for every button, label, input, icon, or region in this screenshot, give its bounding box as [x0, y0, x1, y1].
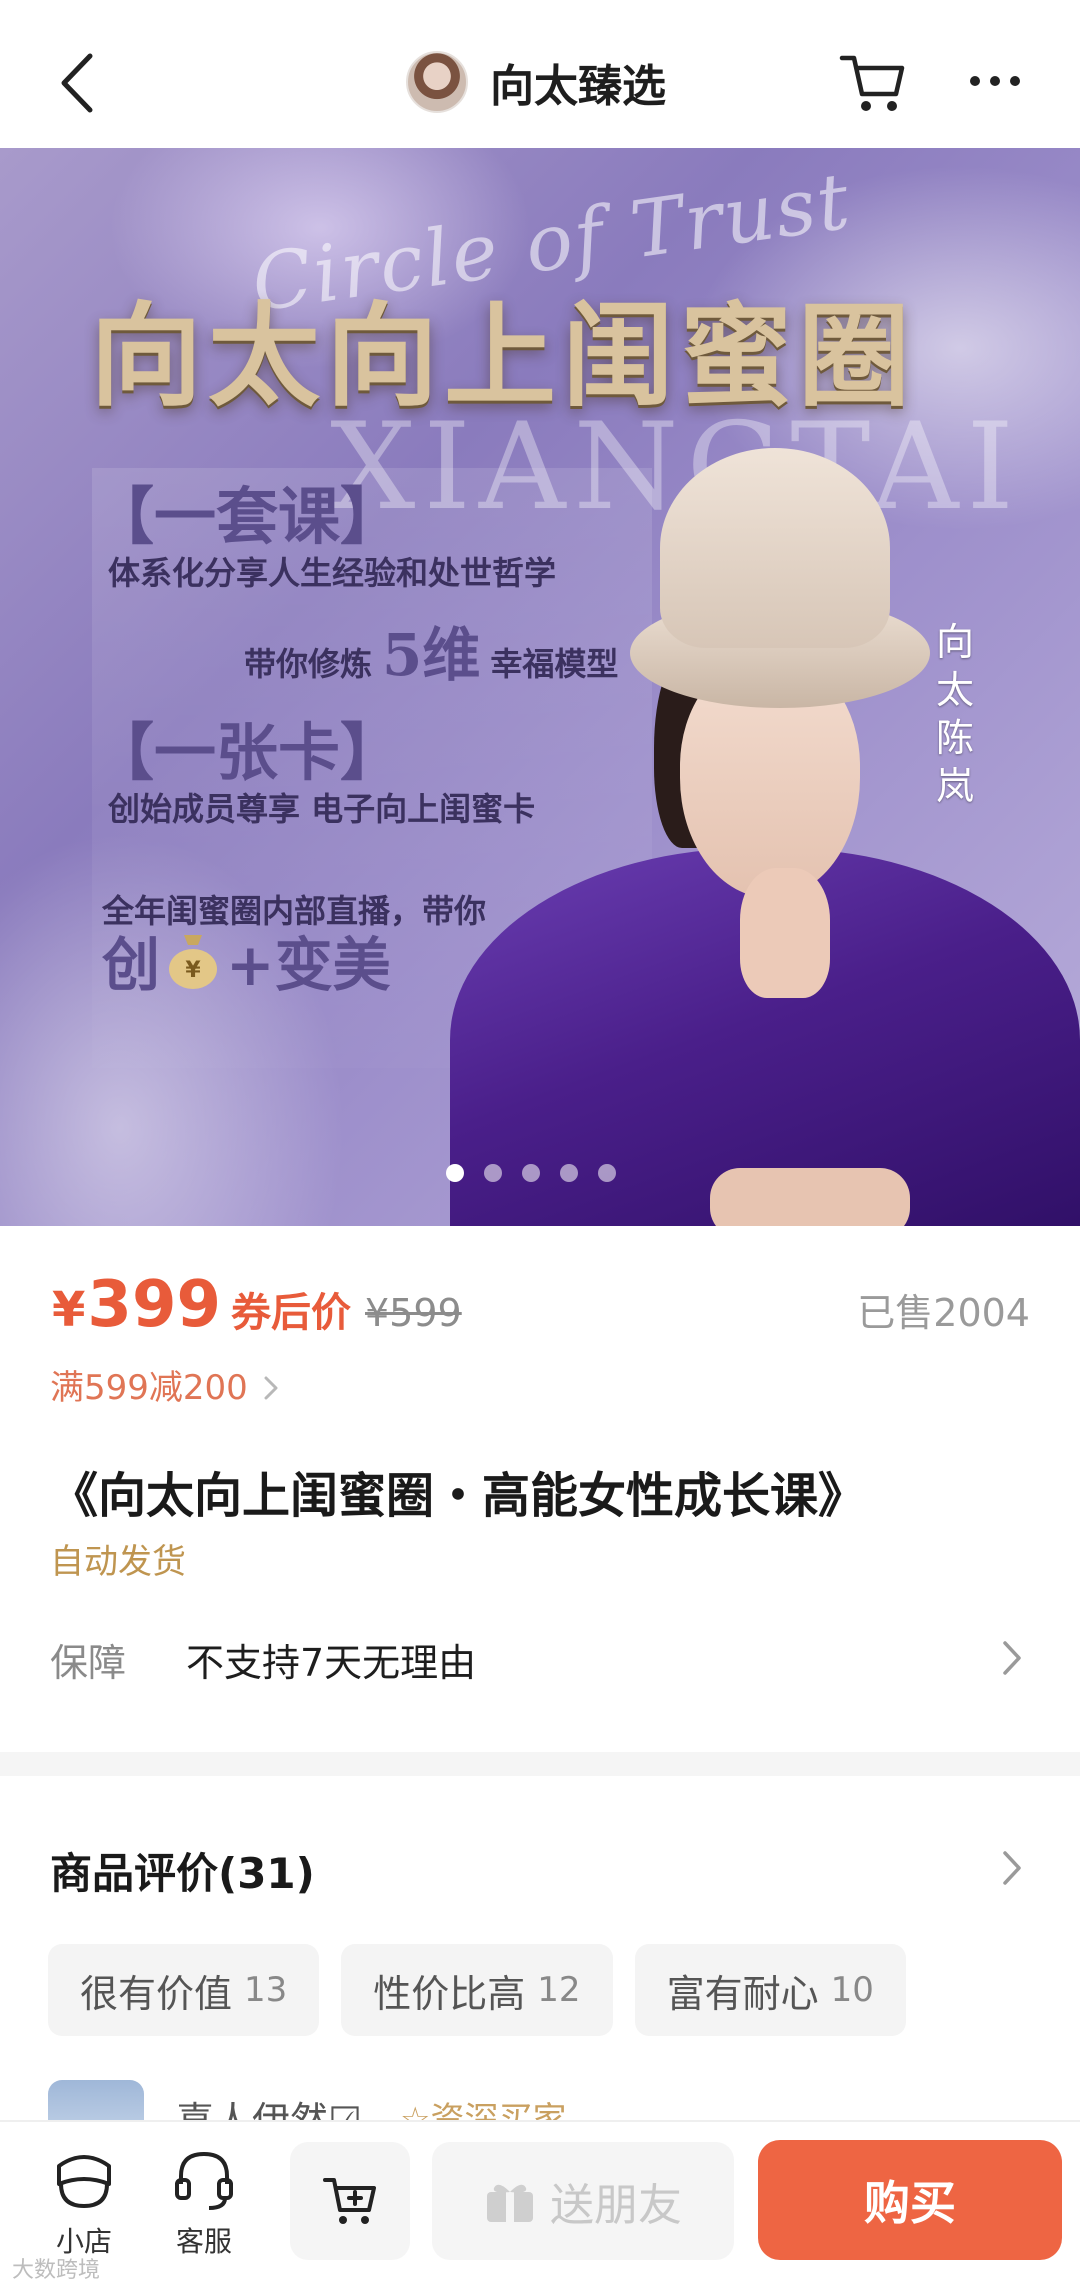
promo-text[interactable]: 满599减200 — [50, 1360, 248, 1409]
carousel-dot[interactable] — [598, 1164, 616, 1182]
service-button[interactable]: 客服 — [154, 2144, 254, 2260]
review-tag-count: 13 — [244, 1970, 288, 2010]
chevron-right-icon — [1000, 1848, 1024, 1888]
money-bag-icon: ¥ — [166, 929, 220, 991]
shop-avatar[interactable] — [406, 51, 468, 113]
promo-coupon[interactable]: 满599减200 — [50, 1360, 282, 1409]
price-row: ¥ 399 券后价 ¥599 — [52, 1268, 462, 1342]
review-tag[interactable]: 富有耐心 10 — [634, 1944, 906, 2036]
section-divider — [0, 1752, 1080, 1776]
svg-text:¥: ¥ — [185, 958, 201, 983]
after-coupon-label: 券后价 — [231, 1290, 351, 1336]
carousel-dot[interactable] — [446, 1164, 464, 1182]
service-label: 客服 — [175, 2225, 232, 2258]
carousel-dot[interactable] — [560, 1164, 578, 1182]
original-price: ¥599 — [365, 1291, 462, 1335]
reviewer-name: 喜人伊然☑ — [176, 2090, 362, 2120]
carousel-dot[interactable] — [484, 1164, 502, 1182]
guarantee-row[interactable]: 保障 不支持7天无理由 — [0, 1616, 1080, 1696]
product-banner-carousel[interactable]: Circle of Trust 向太向上闺蜜圈 XIANGTAI 【一套课】 体… — [0, 148, 1080, 1226]
review-tag-count: 12 — [537, 1970, 581, 2010]
review-tags: 很有价值 13 性价比高 12 富有耐心 10 — [48, 1944, 906, 2036]
shop-name[interactable]: 向太臻选 — [490, 50, 666, 114]
back-icon[interactable] — [52, 48, 112, 118]
presenter-name-vertical: 向太陈岚 — [935, 620, 974, 808]
review-tag[interactable]: 性价比高 12 — [341, 1944, 613, 2036]
delivery-tag: 自动发货 — [50, 1542, 186, 1582]
banner-course-heading: 【一套课】 — [92, 480, 403, 553]
banner-model-prefix: 带你修炼 — [244, 645, 373, 683]
reviews-title[interactable]: 商品评价(31) — [50, 1840, 315, 1901]
top-nav-bar: 向太臻选 — [0, 0, 1080, 148]
reviewer-badge: ☆资深买家 — [400, 2100, 567, 2120]
chevron-right-icon — [260, 1371, 282, 1399]
presenter-photo — [440, 448, 1080, 1226]
gift-label: 送朋友 — [550, 2180, 682, 2231]
review-tag-label: 性价比高 — [373, 1971, 526, 2016]
shop-header[interactable]: 向太臻选 — [406, 48, 666, 116]
footer-watermark: 大数跨境 — [12, 2258, 101, 2283]
bottom-action-bar: 小店 客服 送朋友 购买 — [0, 2120, 1080, 2289]
review-tag-count: 10 — [830, 1970, 874, 2010]
banner-bottom-right: +变美 — [226, 931, 391, 999]
carousel-dot[interactable] — [522, 1164, 540, 1182]
shop-icon — [57, 2155, 111, 2209]
gift-to-friend-button[interactable]: 送朋友 — [432, 2142, 734, 2260]
guarantee-value: 不支持7天无理由 — [186, 1641, 477, 1685]
banner-bottom-slogan: 创 ¥ +变美 — [102, 918, 391, 1002]
sold-count: 已售2004 — [857, 1291, 1030, 1335]
carousel-indicator — [446, 1164, 616, 1182]
more-icon[interactable] — [965, 66, 1025, 96]
banner-bottom-left: 创 — [102, 931, 161, 999]
cart-icon[interactable] — [838, 50, 908, 116]
price-currency: ¥ — [52, 1282, 86, 1338]
add-to-cart-button[interactable] — [290, 2142, 410, 2260]
banner-card-heading: 【一张卡】 — [92, 716, 403, 789]
price-value: 399 — [87, 1268, 221, 1342]
headset-icon — [175, 2151, 233, 2210]
review-tag[interactable]: 很有价值 13 — [48, 1944, 320, 2036]
review-tag-label: 富有耐心 — [666, 1971, 819, 2016]
add-cart-icon — [323, 2178, 376, 2224]
guarantee-label: 保障 — [50, 1641, 127, 1685]
buy-button[interactable]: 购买 — [758, 2140, 1062, 2260]
gift-icon — [487, 2184, 533, 2222]
shop-button[interactable]: 小店 — [34, 2144, 134, 2260]
product-title: 《向太向上闺蜜圈・高能女性成长课》 — [50, 1468, 867, 1524]
review-tag-label: 很有价值 — [80, 1971, 233, 2016]
chevron-right-icon — [1000, 1638, 1024, 1678]
reviews-header[interactable]: 商品评价(31) — [0, 1830, 1080, 1910]
review-item: 喜人伊然☑ ☆资深买家 — [48, 2080, 1048, 2120]
avatar — [48, 2080, 144, 2120]
